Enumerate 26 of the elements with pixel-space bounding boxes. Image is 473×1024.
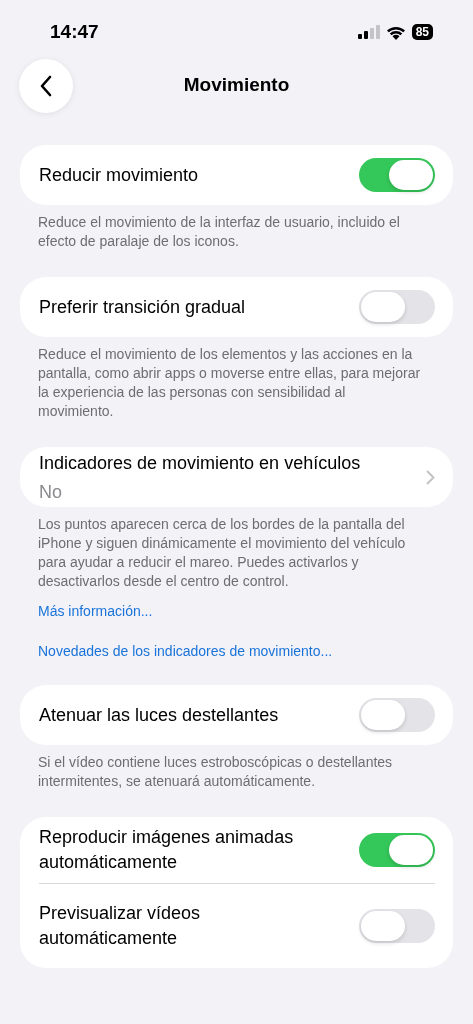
footer-text: Reduce el movimiento de la interfaz de usuario, incluido el efecto de paralaje de los iconos.: [38, 213, 401, 251]
status-time: 14:47: [50, 21, 99, 43]
back-chevron-icon: [39, 75, 53, 97]
battery-level: 85: [411, 24, 433, 40]
chevron-icon: [426, 469, 435, 485]
back-button[interactable]: [19, 59, 73, 113]
setting-label: Previsualizar vídeos automáticamente: [39, 902, 202, 950]
setting-label: Atenuar las luces destellantes: [39, 703, 279, 727]
wifi-icon: [385, 24, 406, 40]
toggle-switch[interactable]: [359, 158, 435, 192]
setting-label: Reproducir imágenes animadas automáticamente: [39, 826, 295, 874]
signal-icon: [357, 25, 380, 39]
setting-label: Reducir movimiento: [39, 163, 199, 187]
toggle-switch[interactable]: [359, 290, 435, 324]
toggle-switch[interactable]: [359, 833, 435, 867]
info-link[interactable]: Más información...: [38, 603, 153, 619]
setting-label: Indicadores de movimiento en vehículos: [39, 452, 361, 475]
page-title: Movimiento: [183, 74, 290, 96]
setting-label: Preferir transición gradual: [39, 295, 246, 319]
toggle-switch[interactable]: [359, 698, 435, 732]
toggle-switch[interactable]: [359, 909, 435, 943]
setting-value: No: [39, 482, 63, 503]
footer-text: Los puntos aparecen cerca de los bordes de la pantalla del iPhone y siguen dinámicamente el movimiento del vehículo para ayudar a reducir el mareo. Puedes activarlos y desactivarlos desde el centro de control.: [38, 515, 407, 591]
footer-text: Reduce el movimiento de los elementos y las acciones en la pantalla, como abrir apps o moverse entre ellas, para mejorar la experiencia de las personas con sensibilidad al movimiento.: [38, 345, 422, 421]
info-link[interactable]: Novedades de los indicadores de movimiento...: [38, 643, 333, 659]
footer-text: Si el vídeo contiene luces estroboscópicas o destellantes intermitentes, se atenuará automáticamente.: [38, 753, 394, 791]
